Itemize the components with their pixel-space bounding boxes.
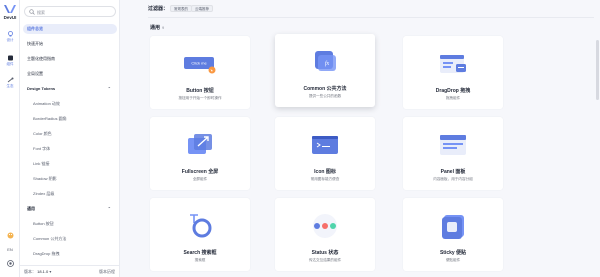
search-input[interactable]: 搜索 xyxy=(37,10,45,16)
panel-illustration-icon xyxy=(440,135,466,155)
logo-text: DevUI xyxy=(3,15,17,20)
card-common[interactable]: fx Common 公共方法 提供一些公共的函数 xyxy=(275,34,375,107)
sidebar-group-label: 通用 xyxy=(27,206,35,211)
sidebar-item-link[interactable]: Link 链接 xyxy=(23,159,117,169)
scrollbar[interactable] xyxy=(596,40,599,100)
sidebar-item-zindex[interactable]: ZIndex 层级 xyxy=(23,189,117,199)
language-toggle[interactable]: EN xyxy=(0,247,20,252)
button-illustration-text: Click me xyxy=(191,61,207,66)
chevron-up-icon: ⌃ xyxy=(107,86,111,91)
status-illustration-icon xyxy=(313,214,337,238)
card-title: Status 状态 xyxy=(311,250,339,256)
card-desc: 传达交互结果的组件 xyxy=(308,258,342,262)
palette-icon xyxy=(7,232,13,239)
github-link[interactable] xyxy=(0,260,20,268)
section-title: 通用 9 xyxy=(150,24,164,31)
sidebar-group-label: Design Tokens xyxy=(27,86,56,91)
version-label: 版本： xyxy=(24,269,36,274)
card-desc: 搜索框 xyxy=(194,258,206,262)
components-icon xyxy=(7,55,13,61)
version-select[interactable]: 版本： 18.1.0 ▾ xyxy=(24,266,51,277)
card-title: Fullscreen 全屏 xyxy=(181,169,219,175)
bulb-icon xyxy=(7,31,13,37)
devui-logo-icon[interactable] xyxy=(3,4,17,15)
sidebar-item-font[interactable]: Font 字体 xyxy=(23,144,117,154)
rail-components[interactable]: 组件 xyxy=(0,55,20,67)
sticky-illustration-icon xyxy=(442,215,464,239)
card-title: Icon 图标 xyxy=(314,169,336,175)
card-button[interactable]: Click me Button 按钮 按钮用于开始一个即时操作 xyxy=(150,36,250,109)
filter-tag[interactable]: 云端推荐 xyxy=(191,5,213,12)
main-content: 过滤器： 常规表的 云端推荐 通用 9 Click me Button 按钮 按钮… xyxy=(120,0,600,277)
sidebar-item-overview[interactable]: 组件总览 xyxy=(23,24,117,34)
sidebar-footer: 版本： 18.1.0 ▾ 版本历程 xyxy=(20,265,120,277)
card-title: Sticky 便贴 xyxy=(439,250,467,256)
card-title: Button 按钮 xyxy=(186,88,214,94)
card-title: Common 公共方法 xyxy=(303,86,347,92)
card-desc: 按钮用于开始一个即时操作 xyxy=(178,96,222,100)
button-illustration-icon: Click me xyxy=(184,57,216,74)
section-title-text: 通用 xyxy=(150,25,161,31)
rail-design[interactable]: 设计 xyxy=(0,31,20,43)
svg-text:fx: fx xyxy=(325,60,330,67)
card-desc: 拖拽组件 xyxy=(445,96,461,100)
sidebar-group-design-tokens[interactable]: Design Tokens ⌃ xyxy=(23,84,117,94)
ecosystem-icon xyxy=(7,77,13,83)
chevron-down-icon: ▾ xyxy=(49,269,52,274)
filter-tag[interactable]: 常规表的 xyxy=(170,5,192,12)
section-count: 9 xyxy=(162,25,165,30)
card-fullscreen[interactable]: Fullscreen 全屏 全屏组件 xyxy=(150,117,250,190)
card-status[interactable]: Status 状态 传达交互结果的组件 xyxy=(275,198,375,271)
sidebar-item-theme-guide[interactable]: 主题化使用指南 xyxy=(23,54,117,64)
changelog-link[interactable]: 版本历程 xyxy=(99,266,115,277)
sidebar-item-quickstart[interactable]: 快速开始 xyxy=(23,39,117,49)
function-illustration-icon: fx xyxy=(315,51,336,71)
card-title: DragDrop 拖拽 xyxy=(435,88,471,94)
search-box[interactable]: 搜索 xyxy=(24,6,116,17)
search-illustration-icon xyxy=(190,214,212,238)
sidebar-item-button[interactable]: Button 按钮 xyxy=(23,219,117,229)
sidebar-item-common[interactable]: Common 公共方法 xyxy=(23,234,117,244)
card-desc: 便贴组件 xyxy=(445,258,461,262)
card-desc: 提供一些公共的函数 xyxy=(308,94,342,98)
github-icon xyxy=(6,260,14,267)
sidebar-item-dragdrop[interactable]: DragDrop 拖拽 xyxy=(23,249,117,259)
sidebar-item-color[interactable]: Color 颜色 xyxy=(23,129,117,139)
card-dragdrop[interactable]: DragDrop 拖拽 拖拽组件 xyxy=(403,36,503,109)
icon-illustration-icon xyxy=(312,136,338,154)
card-title: Search 搜索框 xyxy=(183,250,217,256)
card-desc: 内容面板，用于内容分组 xyxy=(433,177,473,181)
left-rail: DevUI 设计 组件 生态 EN xyxy=(0,0,20,277)
card-sticky[interactable]: Sticky 便贴 便贴组件 xyxy=(403,198,503,271)
search-icon xyxy=(29,9,35,15)
sidebar-item-animation[interactable]: Animation 动效 xyxy=(23,99,117,109)
card-icon[interactable]: Icon 图标 常用图标能方便查 xyxy=(275,117,375,190)
rail-components-label: 组件 xyxy=(6,62,14,66)
fullscreen-illustration-icon xyxy=(188,134,212,154)
rail-design-label: 设计 xyxy=(6,38,14,42)
sidebar-item-shadow[interactable]: Shadow 阴影 xyxy=(23,174,117,184)
card-desc: 全屏组件 xyxy=(192,177,208,181)
sidebar-item-borderradius[interactable]: BorderRadius 圆角 xyxy=(23,114,117,124)
card-desc: 常用图标能方便查 xyxy=(310,177,340,181)
sidebar: 搜索 组件总览 快速开始 主题化使用指南 全局设置 Design Tokens … xyxy=(20,0,120,277)
card-title: Panel 面板 xyxy=(440,169,466,175)
theme-toggle[interactable] xyxy=(0,232,20,240)
sidebar-group-general[interactable]: 通用 ⌃ xyxy=(23,204,117,214)
divider xyxy=(148,17,594,18)
filter-label: 过滤器： xyxy=(148,6,169,12)
rail-ecosystem[interactable]: 生态 xyxy=(0,77,20,89)
rail-ecosystem-label: 生态 xyxy=(6,84,14,88)
card-search[interactable]: Search 搜索框 搜索框 xyxy=(150,198,250,271)
chevron-up-icon: ⌃ xyxy=(107,206,111,211)
sidebar-item-global-settings[interactable]: 全局设置 xyxy=(23,69,117,79)
card-panel[interactable]: Panel 面板 内容面板，用于内容分组 xyxy=(403,117,503,190)
dragdrop-illustration-icon xyxy=(440,55,466,73)
version-value: 18.1.0 xyxy=(37,269,49,274)
